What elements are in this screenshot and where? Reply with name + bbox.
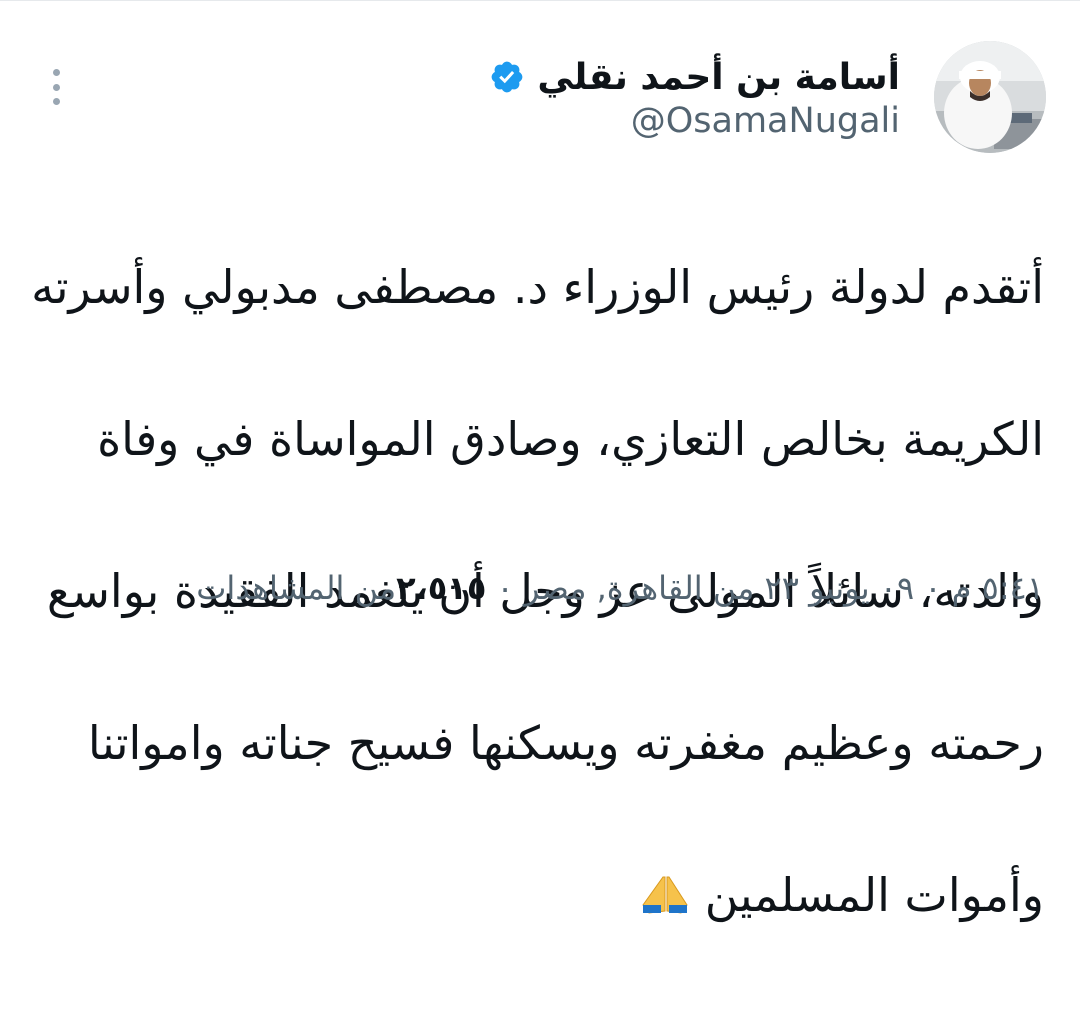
more-options-icon[interactable]	[38, 63, 74, 111]
tweet-card: أسامة بن أحمد نقلي @OsamaNugali أتقدم لد…	[0, 0, 1080, 922]
views-count: ٢،٥١٥	[396, 569, 487, 607]
tweet-line: رحمته وعظيم مغفرته ويسكنها فسيح جناته وا…	[87, 716, 1044, 770]
verified-badge-icon	[489, 59, 525, 95]
author-avatar[interactable]	[934, 41, 1046, 153]
tweet-meta: ٥:٤١ م ۰ ۰٩ يونيو ٢٣ من القاهرة, مصر ۰ ٢…	[196, 569, 1044, 607]
tweet-line: وأموات المسلمين	[704, 868, 1044, 922]
tweet-line: الكريمة بخالص التعازي، وصادق المواساة في…	[97, 412, 1044, 466]
tweet-last-line: وأموات المسلمين	[84, 857, 1044, 937]
author-name-row: أسامة بن أحمد نقلي	[489, 51, 900, 103]
tweet-timestamp-location[interactable]: ٥:٤١ م ۰ ۰٩ يونيو ٢٣ من القاهرة, مصر ۰	[486, 569, 1044, 607]
author-display-name[interactable]: أسامة بن أحمد نقلي	[537, 57, 900, 98]
folded-hands-icon	[639, 861, 691, 937]
avatar-photo	[934, 41, 1046, 153]
views-label: من المشاهدات	[196, 569, 397, 607]
tweet-line: أتقدم لدولة رئيس الوزراء د. مصطفى مدبولي…	[31, 260, 1044, 314]
author-handle[interactable]: @OsamaNugali	[631, 101, 900, 141]
